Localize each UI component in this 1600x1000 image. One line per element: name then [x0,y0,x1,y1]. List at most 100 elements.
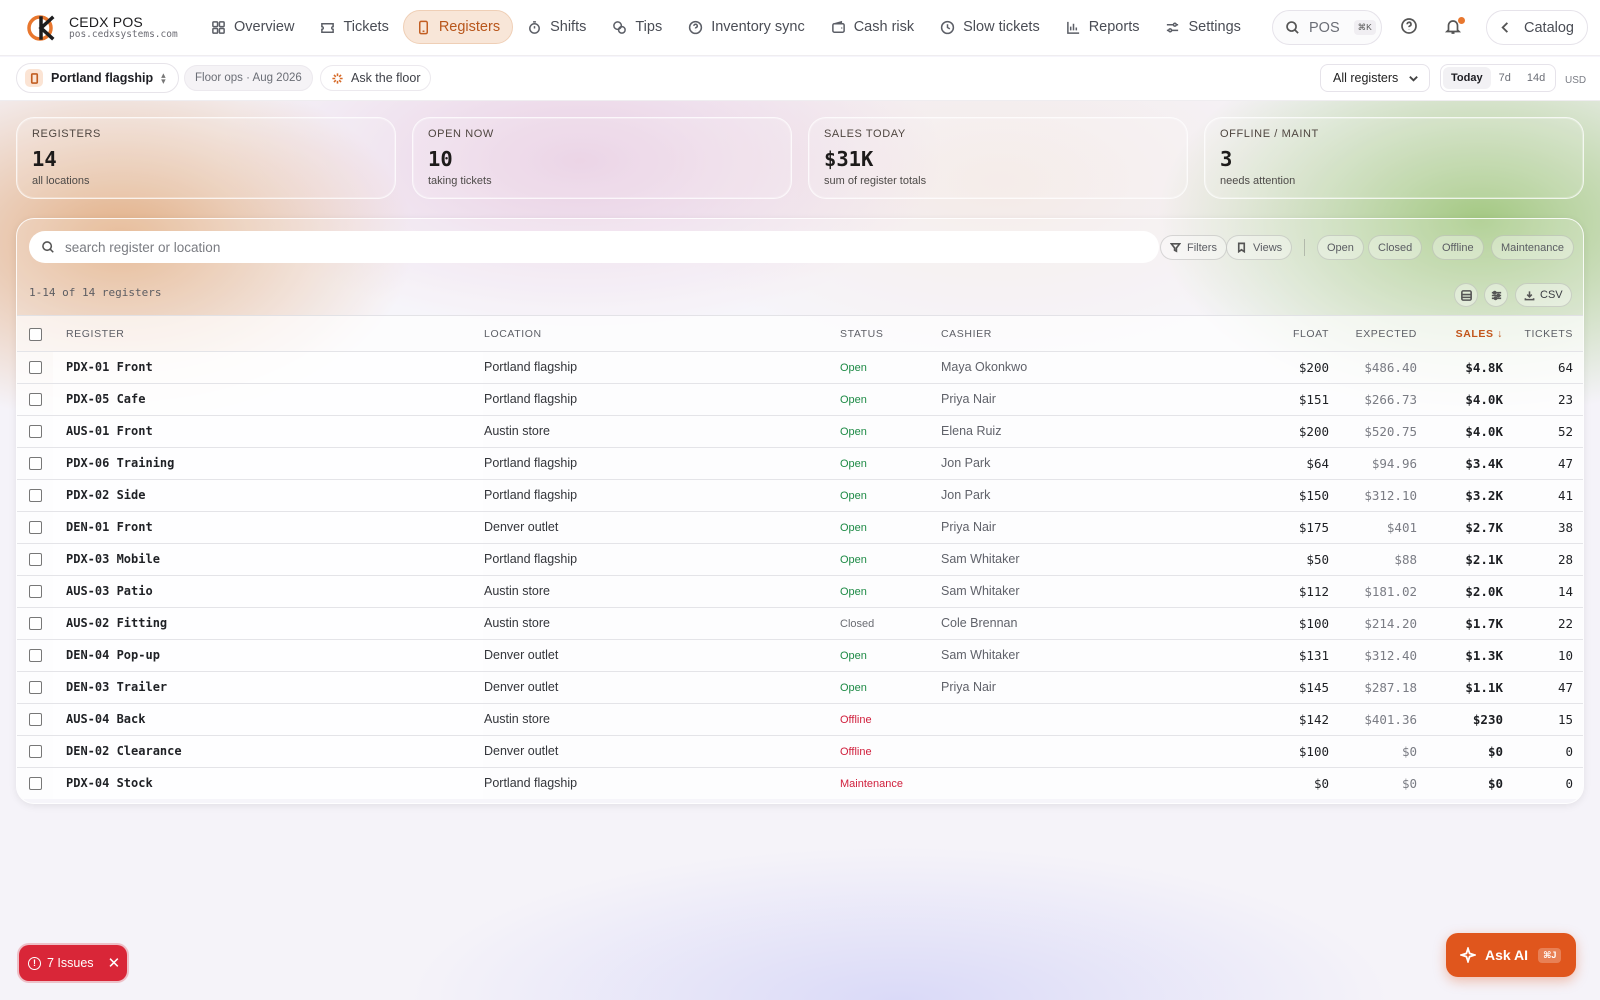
location-cell: Denver outlet [484,744,559,758]
register-name[interactable]: DEN-03 Trailer [66,680,167,694]
row-checkbox[interactable] [29,393,42,406]
stat-value: 10 [428,147,453,171]
column-header-status[interactable]: STATUS [840,328,883,340]
column-header-cashier[interactable]: CASHIER [941,328,992,340]
csv-label: CSV [1540,289,1563,301]
register-name[interactable]: AUS-04 Back [66,712,145,726]
row-checkbox[interactable] [29,585,42,598]
row-checkbox[interactable] [29,713,42,726]
column-header-tickets[interactable]: TICKETS [1524,328,1573,340]
register-name[interactable]: AUS-02 Fitting [66,616,167,630]
column-header-expected[interactable]: EXPECTED [1356,328,1417,340]
stat-sub: taking tickets [428,175,492,187]
status-chip-offline[interactable]: Offline [1432,235,1484,260]
column-header-float[interactable]: FLOAT [1293,328,1329,340]
table-row[interactable]: DEN-01 Front Denver outlet Open Priya Nair $… [17,511,1583,543]
nav-item-reports[interactable]: Reports [1054,10,1152,44]
density-button[interactable] [1454,283,1478,307]
row-checkbox[interactable] [29,617,42,630]
register-name[interactable]: PDX-04 Stock [66,776,153,790]
register-name[interactable]: AUS-03 Patio [66,584,153,598]
status-chip-open[interactable]: Open [1317,235,1364,260]
row-checkbox[interactable] [29,681,42,694]
csv-export-button[interactable]: CSV [1515,283,1572,307]
status-cell: Open [840,554,867,566]
range-7d[interactable]: 7d [1491,67,1519,89]
stat-sub: needs attention [1220,175,1296,187]
cashier-cell: Priya Nair [941,520,996,534]
row-checkbox[interactable] [29,425,42,438]
pos-search-button[interactable]: POS ⌘K [1272,10,1382,45]
location-selector[interactable]: Portland flagship ▴ ▾ [16,63,179,93]
range-today[interactable]: Today [1443,67,1491,89]
register-name[interactable]: PDX-03 Mobile [66,552,160,566]
nav-item-tips[interactable]: Tips [600,10,674,44]
row-checkbox[interactable] [29,361,42,374]
views-button[interactable]: Views [1226,235,1293,260]
row-checkbox[interactable] [29,489,42,502]
nav-item-inventory-sync[interactable]: Inventory sync [676,10,817,44]
nav-item-registers[interactable]: Registers [402,10,514,44]
table-row[interactable]: PDX-01 Front Portland flagship Open Maya Ok… [17,351,1583,383]
status-chip-closed[interactable]: Closed [1368,235,1423,260]
table-row[interactable]: DEN-04 Pop-up Denver outlet Open Sam Whitak… [17,639,1583,671]
column-header-location[interactable]: LOCATION [484,328,542,340]
table-row[interactable]: AUS-04 Back Austin store Offline $142 $401.3… [17,703,1583,735]
table-row[interactable]: AUS-02 Fitting Austin store Closed Cole Bre… [17,607,1583,639]
columns-button[interactable] [1484,283,1508,307]
table-row[interactable]: PDX-03 Mobile Portland flagship Open Sam Wh… [17,543,1583,575]
range-14d[interactable]: 14d [1519,67,1553,89]
brand[interactable]: CEDX POS pos.cedxsystems.com [27,13,207,43]
register-name[interactable]: DEN-04 Pop-up [66,648,160,662]
nav-item-settings[interactable]: Settings [1153,10,1282,44]
nav-item-overview[interactable]: Overview [199,10,306,44]
table-row[interactable]: PDX-04 Stock Portland flagship Maintenance… [17,767,1583,799]
register-name[interactable]: AUS-01 Front [66,424,153,438]
table-row[interactable]: AUS-03 Patio Austin store Open Sam Whitaker… [17,575,1583,607]
notifications-button[interactable] [1444,17,1466,39]
row-checkbox[interactable] [29,457,42,470]
ask-ai-button[interactable]: Ask AI ⌘J [1446,933,1576,977]
filters-button[interactable]: Filters [1160,235,1227,260]
issues-badge[interactable]: ! 7 Issues ✕ [19,945,127,981]
catalog-button[interactable]: Catalog [1486,10,1588,45]
nav-item-shifts[interactable]: Shifts [515,10,598,44]
nav-item-slow-tickets[interactable]: Slow tickets [928,10,1052,44]
register-search-input[interactable]: search register or location [29,231,1159,263]
register-name[interactable]: DEN-02 Clearance [66,744,182,758]
register-name[interactable]: PDX-02 Side [66,488,145,502]
nav-item-tickets[interactable]: Tickets [308,10,400,44]
search-icon [1286,21,1299,34]
row-checkbox[interactable] [29,649,42,662]
sparkle-icon [1460,947,1476,963]
expected-cell: $312.10 [1364,488,1417,503]
table-row[interactable]: AUS-01 Front Austin store Open Elena Ruiz $2… [17,415,1583,447]
register-name[interactable]: DEN-01 Front [66,520,153,534]
float-cell: $64 [1306,456,1329,471]
date-range-toggle: Today 7d 14d [1440,64,1557,92]
column-header-register[interactable]: REGISTER [66,328,124,340]
row-checkbox[interactable] [29,521,42,534]
help-button[interactable] [1400,17,1422,39]
status-cell: Offline [840,746,872,758]
table-row[interactable]: PDX-02 Side Portland flagship Open Jon Park… [17,479,1583,511]
close-icon[interactable]: ✕ [108,954,121,972]
register-name[interactable]: PDX-06 Training [66,456,174,470]
row-checkbox[interactable] [29,745,42,758]
nav-label: Cash risk [853,19,915,35]
table-row[interactable]: DEN-02 Clearance Denver outlet Offline $100… [17,735,1583,767]
register-name[interactable]: PDX-05 Cafe [66,392,145,406]
row-checkbox[interactable] [29,553,42,566]
table-row[interactable]: PDX-05 Cafe Portland flagship Open Priya Na… [17,383,1583,415]
column-header-sales[interactable]: SALES ↓ [1456,328,1503,340]
register-name[interactable]: PDX-01 Front [66,360,153,374]
status-chip-maintenance[interactable]: Maintenance [1491,235,1574,260]
grid-icon [212,20,225,34]
table-row[interactable]: DEN-03 Trailer Denver outlet Open Priya Nai… [17,671,1583,703]
registers-filter-select[interactable]: All registers [1320,64,1430,92]
select-all-checkbox[interactable] [29,328,42,341]
nav-item-cash-risk[interactable]: Cash risk [819,10,926,44]
table-row[interactable]: PDX-06 Training Portland flagship Open Jon … [17,447,1583,479]
ask-the-floor-button[interactable]: Ask the floor [320,65,432,91]
row-checkbox[interactable] [29,777,42,790]
